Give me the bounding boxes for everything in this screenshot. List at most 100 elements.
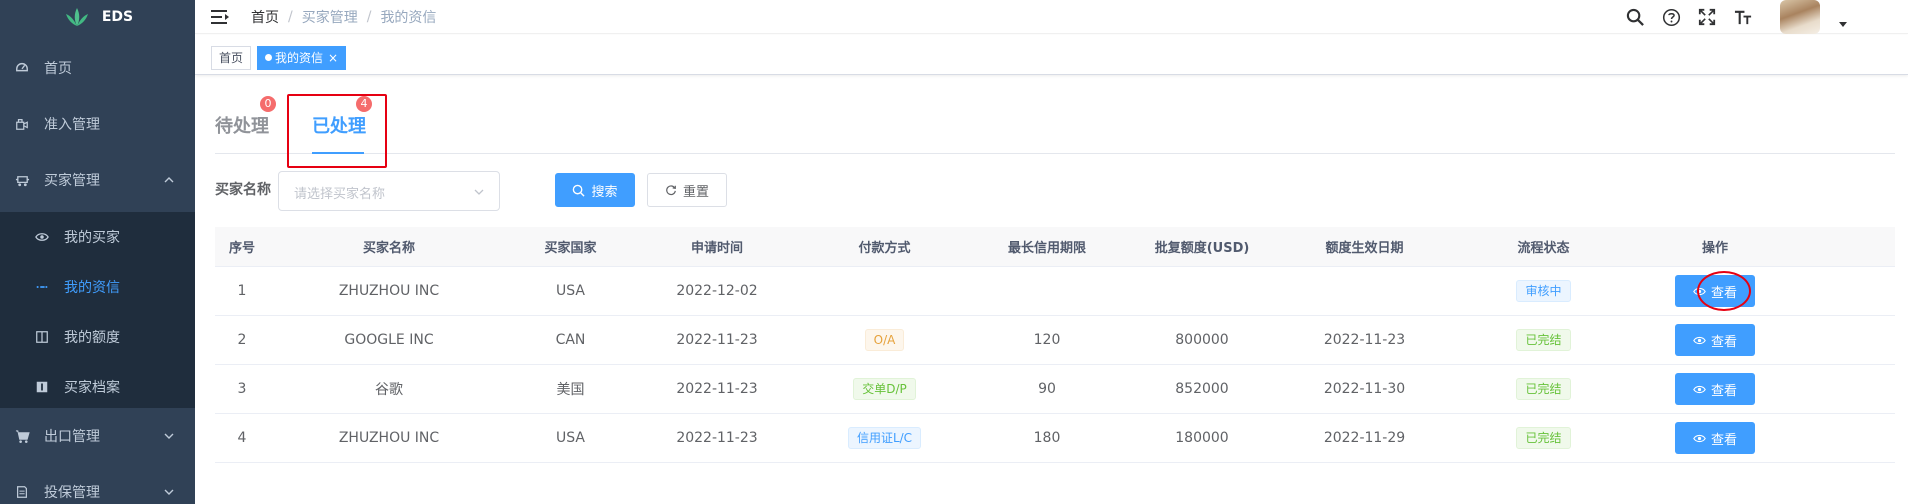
tag-label: 我的资信 (275, 51, 324, 65)
sidebar-item-access[interactable]: 准入管理 (0, 96, 195, 152)
cell-index: 3 (237, 381, 247, 397)
sidebar-subitem-my-credit[interactable]: 我的资信 (0, 262, 195, 312)
sidebar-subitem-my-buyers[interactable]: 我的买家 (0, 212, 195, 262)
cell-apply-date: 2022-11-23 (676, 381, 758, 397)
cell-term: 90 (1038, 381, 1056, 397)
search-button-label: 搜索 (591, 184, 618, 200)
chevron-down-icon (164, 433, 174, 439)
column-header: 申请时间 (690, 241, 743, 256)
sidebar-subitem-label: 我的资信 (64, 280, 120, 296)
buyer-name-select[interactable]: 请选择买家名称 (278, 171, 500, 211)
view-button[interactable]: 查看 (1675, 373, 1755, 405)
cart-icon (14, 428, 30, 444)
payment-badge: 信用证L/C (847, 427, 922, 449)
sidebar-item-label: 准入管理 (44, 117, 100, 133)
sidebar-subitem-my-quota[interactable]: 我的额度 (0, 312, 195, 362)
app: EDS 首页 准入管理 买家管理 我的买家 我的资信 我的额度 买家档案 出口管… (0, 0, 1908, 504)
credit-table: 序号 买家名称 买家国家 申请时间 付款方式 最长信用期限 批复额度(USD) … (215, 227, 1895, 463)
tag-my-credit[interactable]: 我的资信 × (257, 46, 347, 70)
sidebar-item-buyer[interactable]: 买家管理 (0, 152, 195, 208)
status-badge: 已完结 (1516, 329, 1571, 351)
buyer-name-label: 买家名称 (215, 182, 271, 198)
avatar[interactable] (1780, 0, 1820, 34)
caret-down-icon[interactable] (1838, 19, 1848, 29)
view-button-label: 查看 (1710, 432, 1737, 448)
fullscreen-icon[interactable] (1696, 6, 1718, 28)
column-header: 买家名称 (362, 241, 415, 256)
cell-country: CAN (555, 332, 586, 348)
sidebar-item-label: 出口管理 (44, 429, 100, 445)
reset-button-label: 重置 (682, 184, 709, 200)
hamburger-icon[interactable] (211, 9, 231, 25)
column-header: 操作 (1701, 241, 1728, 256)
cell-action: 查看 (1635, 414, 1795, 462)
sidebar-item-label: 首页 (44, 61, 72, 77)
sidebar-item-label: 投保管理 (44, 485, 100, 501)
table-row: 3 谷歌 美国 2022-11-23 交单D/P 90 852000 2022-… (215, 365, 1895, 414)
cell-effective-date (1277, 267, 1452, 315)
buyer-submenu: 我的买家 我的资信 我的额度 买家档案 (0, 212, 195, 408)
breadcrumb-home[interactable]: 首页 (251, 7, 279, 27)
payment-badge: 交单D/P (853, 378, 916, 400)
eye-icon (34, 229, 50, 245)
cell-apply-date: 2022-11-23 (676, 332, 758, 348)
buyer-icon (14, 172, 30, 188)
view-button[interactable]: 查看 (1675, 324, 1755, 356)
dashboard-icon (14, 60, 30, 76)
select-placeholder: 请选择买家名称 (294, 187, 386, 202)
cell-apply-date: 2022-11-23 (676, 430, 758, 446)
cell-effective-date: 2022-11-29 (1323, 430, 1406, 446)
brand[interactable]: EDS (0, 0, 195, 34)
column-header: 额度生效日期 (1325, 241, 1404, 256)
main-content: 待处理 0 已处理 4 买家名称 请选择买家名称 搜索 重置 序号 买家名称 买… (195, 76, 1908, 504)
breadcrumb-separator: / (366, 8, 372, 25)
column-header: 序号 (228, 241, 255, 256)
filter-form: 买家名称 请选择买家名称 搜索 重置 (215, 171, 1895, 211)
dots-icon (34, 279, 50, 295)
cell-amount: 180000 (1175, 430, 1229, 446)
header-actions (1624, 0, 1848, 34)
sidebar-item-label: 买家管理 (44, 173, 100, 189)
tag-home[interactable]: 首页 (211, 46, 252, 70)
tab-pending[interactable]: 待处理 0 (215, 96, 276, 138)
breadcrumb-buyer-management: 买家管理 (301, 9, 358, 26)
refresh-icon (666, 185, 676, 196)
table-row: 2 GOOGLE INC CAN 2022-11-23 O/A 120 8000… (215, 316, 1895, 365)
help-icon[interactable] (1660, 6, 1682, 28)
cell-term (967, 267, 1127, 315)
access-icon (14, 116, 30, 132)
sidebar-item-policy[interactable]: 投保管理 (0, 464, 195, 504)
cell-payment (802, 267, 967, 315)
breadcrumb-current: 我的资信 (380, 9, 437, 26)
cell-effective-date: 2022-11-30 (1323, 381, 1406, 397)
font-size-icon[interactable] (1732, 6, 1754, 28)
info-icon (34, 379, 50, 395)
close-icon[interactable]: × (328, 51, 338, 65)
status-badge: 已完结 (1516, 378, 1571, 400)
column-header: 最长信用期限 (1007, 241, 1086, 256)
cell-index: 4 (237, 430, 247, 446)
table-row: 4 ZHUZHOU INC USA 2022-11-23 信用证L/C 180 … (215, 414, 1895, 463)
tag-label: 首页 (219, 51, 244, 65)
view-button-label: 查看 (1710, 334, 1737, 350)
view-button[interactable]: 查看 (1675, 422, 1755, 454)
cell-amount (1127, 267, 1277, 315)
sidebar-subitem-buyer-archive[interactable]: 买家档案 (0, 362, 195, 412)
breadcrumb-separator: / (288, 8, 293, 25)
cell-term: 180 (1033, 430, 1061, 446)
status-badge: 已完结 (1516, 427, 1571, 449)
sidebar-subitem-label: 我的额度 (64, 330, 120, 346)
payment-badge: O/A (864, 329, 905, 351)
search-button[interactable]: 搜索 (555, 173, 635, 207)
chevron-down-icon (164, 489, 174, 495)
search-icon[interactable] (1624, 6, 1646, 28)
policy-icon (14, 484, 30, 500)
cell-term: 120 (1033, 332, 1061, 348)
sidebar-item-export[interactable]: 出口管理 (0, 408, 195, 464)
cell-index: 2 (237, 332, 247, 348)
cell-buyer-name: 谷歌 (375, 382, 403, 398)
sidebar-item-home[interactable]: 首页 (0, 40, 195, 96)
column-header: 付款方式 (858, 241, 911, 256)
reset-button[interactable]: 重置 (647, 173, 727, 207)
view-button[interactable]: 查看 (1675, 271, 1755, 311)
